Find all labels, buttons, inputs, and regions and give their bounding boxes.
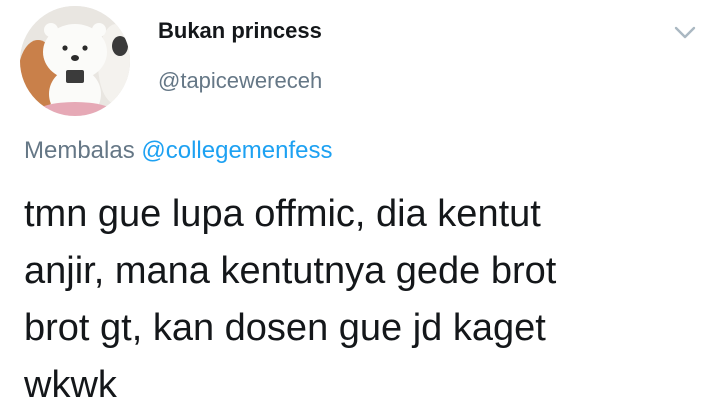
tweet-text-line: tmn gue lupa offmic, dia kentut — [24, 193, 541, 235]
tweet-menu-button[interactable] — [668, 18, 702, 48]
reply-context: Membalas @collegemenfess — [24, 137, 333, 165]
tweet-text-line: brot gt, kan dosen gue jd kaget — [24, 307, 546, 349]
chevron-down-icon — [674, 26, 696, 39]
cartoon-bear-avatar-icon — [20, 6, 130, 116]
tweet-card: Bukan princess @tapicewereceh Membalas @… — [0, 0, 720, 406]
user-avatar[interactable] — [20, 6, 130, 116]
tweet-text-line: anjir, mana kentutnya gede brot — [24, 250, 557, 292]
reply-prefix: Membalas — [24, 137, 135, 164]
user-handle[interactable]: @tapicewereceh — [158, 68, 322, 94]
display-name[interactable]: Bukan princess — [158, 18, 322, 44]
tweet-text: tmn gue lupa offmic, dia kentut anjir, m… — [24, 186, 704, 414]
tweet-text-line: wkwk — [24, 364, 117, 406]
reply-mention-link[interactable]: @collegemenfess — [141, 137, 332, 164]
